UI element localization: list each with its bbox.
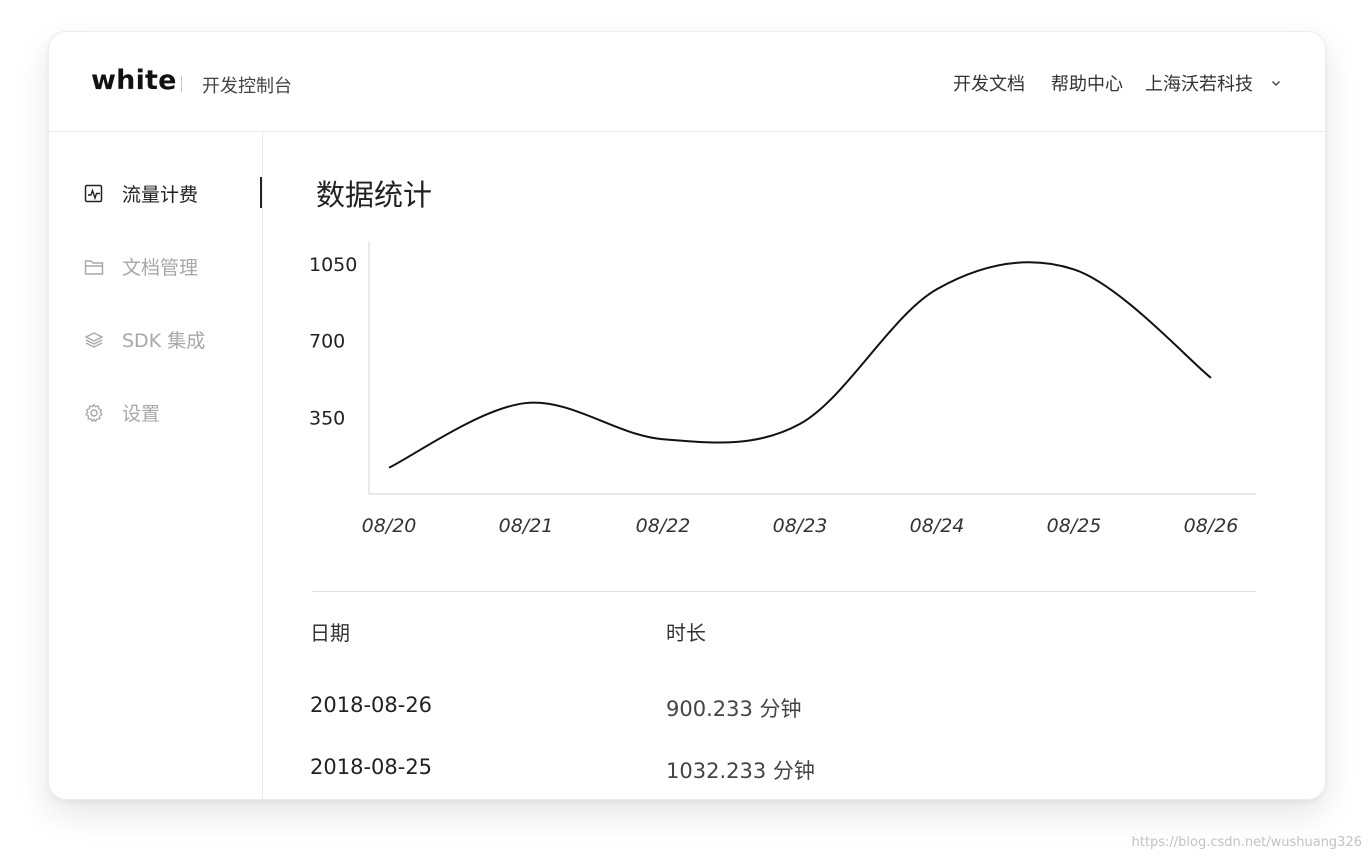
docs-link[interactable]: 开发文档: [953, 70, 1025, 96]
usage-line-chart: 350 700 1050 08/20 08/21 08/22 08/23 08/24 08/25…: [309, 242, 1256, 537]
activity-chart-icon: [83, 183, 105, 205]
company-menu[interactable]: 上海沃若科技: [1145, 70, 1253, 96]
sidebar-item-label: 设置: [122, 403, 161, 425]
usage-series-line: [388, 261, 1212, 469]
x-tick-label: 08/22: [636, 515, 691, 537]
table-divider: [312, 591, 1256, 592]
x-tick-label: 08/20: [362, 515, 417, 537]
table-cell-date: 2018-08-25: [310, 755, 433, 779]
top-header: white 开发控制台 开发文档 帮助中心 上海沃若科技: [49, 32, 1325, 132]
active-indicator: [260, 177, 262, 208]
page-title: 数据统计: [316, 178, 433, 212]
layers-icon: [83, 329, 105, 351]
brand-subtitle: 开发控制台: [202, 76, 292, 97]
sidebar-item-billing[interactable]: 流量计费: [83, 180, 198, 207]
watermark: https://blog.csdn.net/wushuang326: [1131, 835, 1362, 850]
sidebar-item-label: SDK 集成: [122, 330, 206, 352]
folder-icon: [83, 256, 105, 278]
y-tick-label: 700: [309, 331, 345, 353]
chevron-down-icon[interactable]: [1269, 76, 1283, 90]
sidebar-item-label: 流量计费: [122, 184, 199, 206]
sidebar-item-label: 文档管理: [122, 257, 199, 279]
y-tick-label: 1050: [309, 254, 357, 276]
sidebar-item-sdk[interactable]: SDK 集成: [83, 326, 205, 353]
sidebar-item-documents[interactable]: 文档管理: [83, 253, 198, 280]
brand-logo[interactable]: white: [91, 65, 177, 96]
x-tick-label: 08/23: [773, 515, 828, 537]
table-cell-duration: 900.233 分钟: [666, 697, 802, 721]
x-tick-label: 08/26: [1184, 515, 1239, 537]
gear-icon: [83, 402, 105, 424]
x-tick-label: 08/24: [910, 515, 965, 537]
y-tick-label: 350: [309, 407, 345, 429]
help-center-link[interactable]: 帮助中心: [1051, 70, 1123, 96]
column-header-duration: 时长: [666, 621, 706, 645]
sidebar: 流量计费 文档管理 SDK 集成 设置: [49, 132, 263, 799]
header-nav: 开发文档 帮助中心 上海沃若科技: [927, 70, 1283, 96]
column-header-date: 日期: [310, 621, 350, 645]
table-cell-date: 2018-08-26: [310, 693, 433, 717]
x-tick-label: 08/25: [1047, 515, 1102, 537]
x-tick-label: 08/21: [499, 515, 554, 537]
sidebar-item-settings[interactable]: 设置: [83, 399, 160, 426]
console-card: white 开发控制台 开发文档 帮助中心 上海沃若科技 流量计费 文档管理 S…: [48, 31, 1326, 800]
brand-divider: [181, 76, 182, 92]
table-cell-duration: 1032.233 分钟: [666, 759, 815, 783]
